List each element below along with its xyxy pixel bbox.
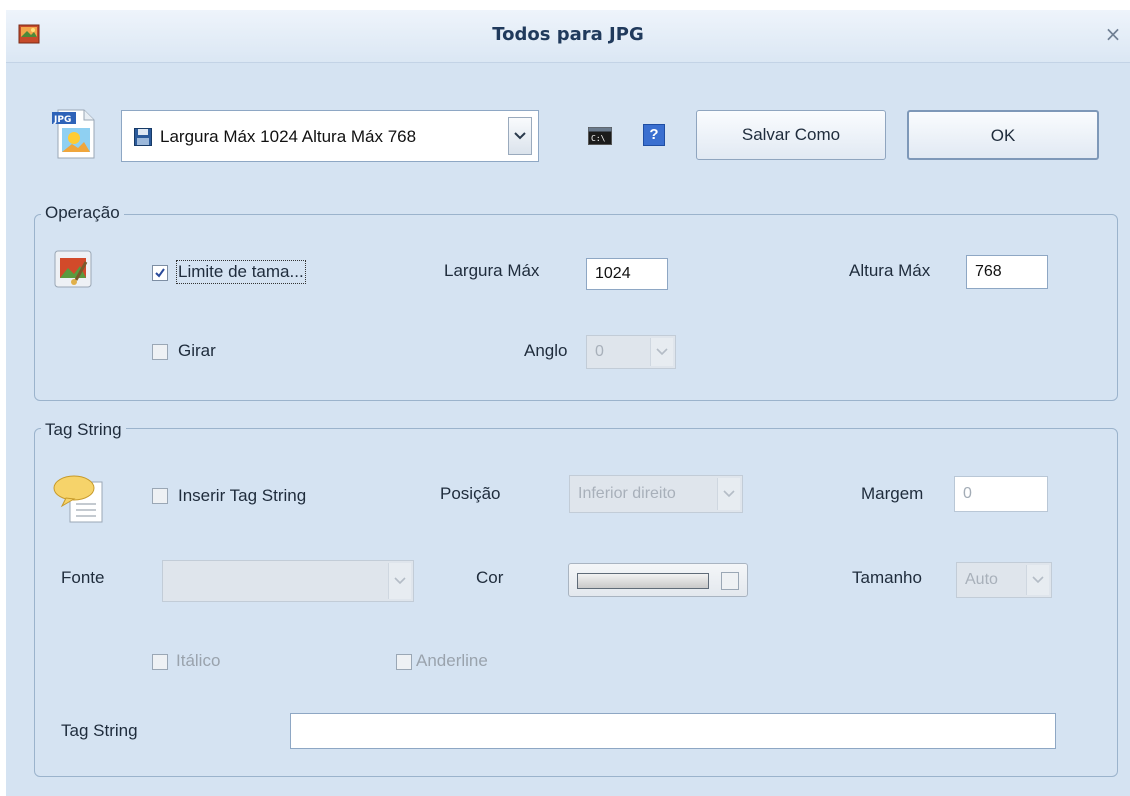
rotate-label[interactable]: Girar <box>178 341 216 361</box>
chevron-down-icon <box>388 563 411 599</box>
svg-text:C:\: C:\ <box>591 134 606 143</box>
size-value: Auto <box>965 571 998 588</box>
preset-value: Largura Máx 1024 Altura Máx 768 <box>160 127 417 146</box>
font-label: Fonte <box>61 568 105 587</box>
italic-label[interactable]: Itálico <box>176 651 220 671</box>
color-swatch <box>577 573 709 589</box>
svg-text:JPG: JPG <box>53 115 71 125</box>
tag-string-text-label: Tag String <box>61 721 138 740</box>
position-select[interactable]: Inferior direito <box>569 475 743 513</box>
floppy-disk-icon <box>134 128 152 146</box>
checkmark-icon <box>155 268 165 278</box>
max-width-label: Largura Máx <box>444 261 540 280</box>
jpg-file-icon: JPG <box>50 106 102 162</box>
chevron-down-icon <box>717 478 740 510</box>
insert-tag-checkbox[interactable] <box>152 488 168 504</box>
title-bar[interactable]: Todos para JPG × <box>6 10 1130 63</box>
size-label: Tamanho <box>852 568 922 587</box>
paint-brush-icon <box>54 250 92 288</box>
margin-input[interactable] <box>954 476 1048 512</box>
command-prompt-icon[interactable]: C:\ <box>588 127 612 145</box>
color-dropdown-icon <box>721 572 739 590</box>
angle-select[interactable]: 0 <box>586 335 676 369</box>
window-title: Todos para JPG <box>492 24 644 45</box>
italic-checkbox[interactable] <box>152 654 168 670</box>
chevron-down-icon <box>514 132 526 140</box>
speech-bubble-document-icon <box>50 470 110 526</box>
max-width-input[interactable] <box>586 258 668 290</box>
max-height-label: Altura Máx <box>849 261 931 280</box>
dialog-window: Todos para JPG × JPG Largura Máx 1024 Al… <box>6 10 1130 796</box>
font-select[interactable] <box>162 560 414 602</box>
angle-label: Anglo <box>524 341 568 360</box>
angle-value: 0 <box>595 343 604 360</box>
help-icon[interactable]: ? <box>643 124 665 146</box>
chevron-down-icon <box>650 338 673 366</box>
size-limit-label[interactable]: Limite de tama... <box>176 260 306 284</box>
tag-string-input[interactable] <box>290 713 1056 749</box>
rotate-checkbox[interactable] <box>152 344 168 360</box>
save-as-button[interactable]: Salvar Como <box>696 110 886 160</box>
size-select[interactable]: Auto <box>956 562 1052 598</box>
color-picker[interactable] <box>568 563 748 597</box>
ok-button[interactable]: OK <box>907 110 1099 160</box>
operation-group <box>34 214 1118 401</box>
preset-select[interactable]: Largura Máx 1024 Altura Máx 768 <box>121 110 539 162</box>
position-value: Inferior direito <box>578 485 676 502</box>
color-label: Cor <box>476 568 504 587</box>
margin-label: Margem <box>861 484 924 503</box>
max-height-input[interactable] <box>966 255 1048 289</box>
underline-label[interactable]: Anderline <box>416 651 488 671</box>
insert-tag-label[interactable]: Inserir Tag String <box>178 486 306 506</box>
operation-legend: Operação <box>41 203 124 223</box>
tag-string-legend: Tag String <box>41 420 126 440</box>
chevron-down-icon <box>1026 565 1049 595</box>
close-icon[interactable]: × <box>1102 22 1124 46</box>
underline-checkbox[interactable] <box>396 654 412 670</box>
size-limit-checkbox[interactable] <box>152 265 168 281</box>
position-label: Posição <box>440 484 501 503</box>
preset-dropdown-button[interactable] <box>508 117 532 155</box>
